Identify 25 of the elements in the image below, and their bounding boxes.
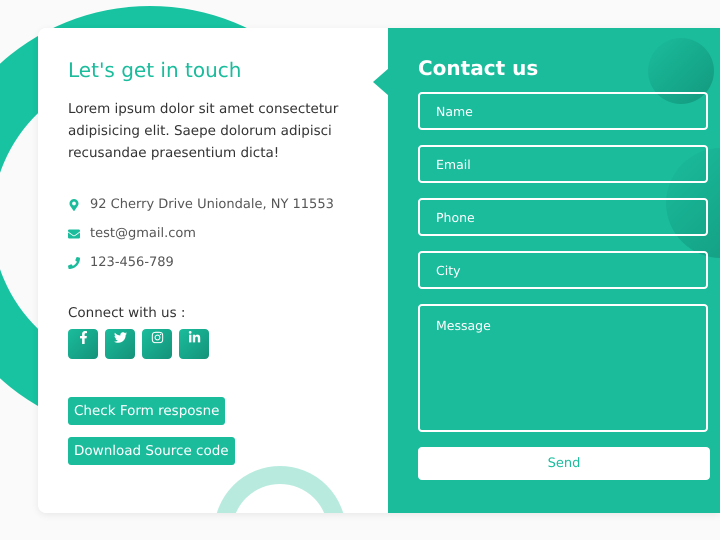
contact-detail: 123-456-789 — [90, 255, 174, 270]
envelope-icon — [68, 228, 80, 240]
linkedin-icon — [188, 331, 200, 344]
form-title: Contact us — [418, 56, 540, 80]
input-field[interactable]: City — [418, 251, 708, 289]
action-button[interactable]: Download Source code — [68, 437, 235, 465]
social-link[interactable] — [68, 329, 98, 359]
phone-icon — [68, 256, 80, 268]
camera-icon — [150, 331, 164, 344]
contact-detail: test@gmail.com — [90, 226, 196, 241]
input-field[interactable]: Email — [418, 145, 708, 183]
social-link[interactable] — [105, 329, 135, 359]
input-field[interactable]: Name — [418, 92, 708, 130]
section-title: Let's get in touch — [68, 58, 242, 82]
social-label: Connect with us : — [68, 305, 186, 321]
message-field[interactable]: Message — [418, 304, 708, 432]
social-link[interactable] — [179, 329, 209, 359]
input-field[interactable]: Phone — [418, 198, 708, 236]
contact-detail: 92 Cherry Drive Uniondale, NY 11553 — [90, 197, 334, 212]
intro-text: Lorem ipsum dolor sit amet consectetur adipisicing elit. Saepe dolorum adipisci recusandae praesentium dicta! — [68, 100, 340, 163]
action-button[interactable]: Check Form resposne — [68, 397, 226, 425]
bird-icon — [114, 331, 126, 344]
location-pin-icon — [68, 198, 80, 210]
social-link[interactable] — [142, 329, 172, 359]
send-button[interactable]: Send — [418, 447, 710, 480]
